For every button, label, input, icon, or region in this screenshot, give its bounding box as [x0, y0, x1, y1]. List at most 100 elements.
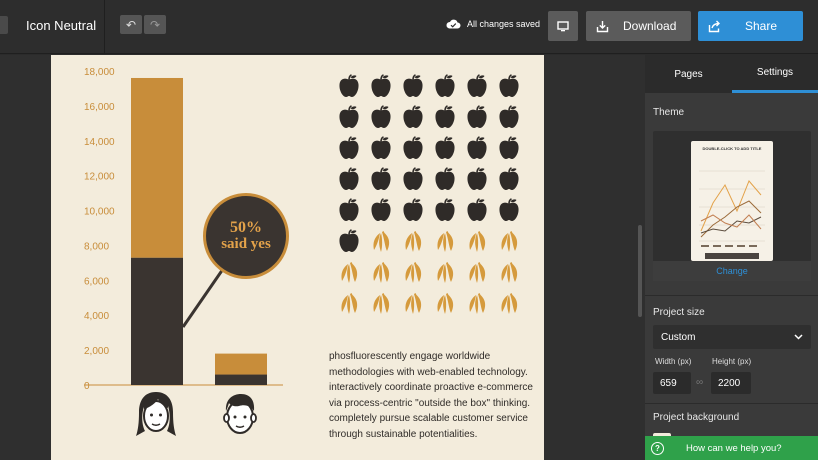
- width-input[interactable]: 659: [653, 372, 691, 394]
- banana-icon: [496, 228, 522, 253]
- apple-icon: [368, 73, 394, 98]
- banana-icon: [400, 290, 426, 315]
- project-name[interactable]: Icon Neutral: [26, 18, 96, 33]
- chevron-down-icon: [794, 334, 803, 340]
- callout-leader-line: [181, 268, 225, 328]
- apple-icon: [464, 135, 490, 160]
- back-tab[interactable]: [0, 16, 8, 34]
- project-background-title: Project background: [653, 412, 740, 423]
- apple-icon: [368, 135, 394, 160]
- download-label: Download: [623, 19, 677, 33]
- apple-icon: [496, 197, 522, 222]
- apple-icon: [400, 135, 426, 160]
- save-status: All changes saved: [446, 18, 540, 29]
- share-button[interactable]: Share: [698, 11, 803, 41]
- apple-icon: [336, 73, 362, 98]
- preview-button[interactable]: [548, 11, 578, 41]
- banana-icon: [432, 290, 458, 315]
- y-tick-label: 16,000: [84, 102, 115, 113]
- toolbar-divider: [104, 0, 105, 54]
- woman-face-icon[interactable]: [135, 390, 177, 438]
- theme-title: Theme: [653, 107, 685, 118]
- panel-divider: [645, 403, 818, 404]
- canvas-scrollbar[interactable]: [638, 225, 642, 317]
- canvas-area: 18,000 16,000 14,000 12,000 10,000 8,000 6,000…: [0, 55, 645, 460]
- callout-circle[interactable]: 50% said yes: [203, 193, 289, 279]
- pictogram-row: [336, 73, 532, 98]
- apple-icon: [496, 73, 522, 98]
- apple-icon: [400, 104, 426, 129]
- banana-icon: [336, 259, 362, 284]
- apple-icon: [400, 166, 426, 191]
- banana-icon: [400, 228, 426, 253]
- help-chat-button[interactable]: ? How can we help you?: [645, 436, 818, 460]
- apple-icon: [432, 73, 458, 98]
- apple-icon: [368, 166, 394, 191]
- apple-icon: [432, 197, 458, 222]
- banana-icon: [496, 290, 522, 315]
- width-label: Width (px): [655, 357, 692, 366]
- apple-icon: [368, 104, 394, 129]
- share-label: Share: [745, 19, 778, 33]
- apple-icon: [496, 104, 522, 129]
- tab-settings[interactable]: Settings: [732, 55, 818, 93]
- apple-icon: [336, 135, 362, 160]
- banana-icon: [336, 290, 362, 315]
- banana-icon: [464, 228, 490, 253]
- settings-panel: Pages Settings Theme DOUBLE-CLICK TO ADD…: [645, 55, 818, 460]
- bar-segment-man-lower[interactable]: [215, 374, 267, 385]
- callout-percent: 50%: [230, 218, 262, 236]
- y-tick-label: 18,000: [84, 67, 115, 78]
- apple-icon: [496, 135, 522, 160]
- pictogram-row: [336, 166, 532, 191]
- link-icon[interactable]: ∞: [696, 377, 703, 388]
- project-size-value: Custom: [661, 331, 696, 343]
- apple-icon: [336, 197, 362, 222]
- bar-segment-man-upper[interactable]: [215, 353, 267, 375]
- theme-card[interactable]: DOUBLE-CLICK TO ADD TITLE Change: [653, 131, 811, 281]
- save-status-text: All changes saved: [467, 18, 541, 29]
- man-face-icon[interactable]: [220, 391, 260, 437]
- apple-icon: [336, 228, 362, 253]
- project-size-select[interactable]: Custom: [653, 325, 811, 349]
- share-icon: [708, 20, 720, 32]
- help-label: How can we help you?: [686, 442, 782, 454]
- height-input[interactable]: 2200: [711, 372, 751, 394]
- banana-icon: [368, 290, 394, 315]
- y-tick-label: 6,000: [84, 276, 109, 287]
- y-tick-label: 14,000: [84, 137, 115, 148]
- theme-thumbnail[interactable]: DOUBLE-CLICK TO ADD TITLE: [691, 141, 773, 261]
- project-size-title: Project size: [653, 307, 705, 318]
- apple-icon: [400, 197, 426, 222]
- app-window: Icon Neutral ↶ ↷ All changes saved Downl…: [0, 0, 818, 460]
- pictogram-row: [336, 197, 532, 222]
- pictogram-row: [336, 228, 532, 253]
- pictogram-row: [336, 104, 532, 129]
- banana-icon: [400, 259, 426, 284]
- bar-segment-woman-upper[interactable]: [131, 77, 183, 258]
- banana-icon: [432, 228, 458, 253]
- callout-text: said yes: [221, 235, 271, 252]
- apple-icon: [432, 104, 458, 129]
- change-theme-button[interactable]: Change: [653, 261, 811, 281]
- apple-icon: [432, 135, 458, 160]
- y-tick-label: 10,000: [84, 207, 115, 218]
- apple-icon: [432, 166, 458, 191]
- pictogram-row: [336, 259, 532, 284]
- download-button[interactable]: Download: [586, 11, 691, 41]
- infographic-page[interactable]: 18,000 16,000 14,000 12,000 10,000 8,000 6,000…: [51, 55, 544, 460]
- body-text[interactable]: phosfluorescently engage worldwide metho…: [329, 349, 539, 442]
- apple-icon: [496, 166, 522, 191]
- fruit-pictogram[interactable]: [336, 73, 532, 321]
- redo-button[interactable]: ↷: [144, 15, 166, 34]
- bar-segment-woman-lower[interactable]: [131, 257, 183, 385]
- undo-button[interactable]: ↶: [120, 15, 142, 34]
- banana-icon: [432, 259, 458, 284]
- cloud-check-icon: [446, 19, 461, 29]
- tab-pages[interactable]: Pages: [645, 55, 732, 93]
- pictogram-row: [336, 135, 532, 160]
- banana-icon: [464, 259, 490, 284]
- monitor-icon: [557, 20, 569, 31]
- panel-divider: [645, 295, 818, 296]
- apple-icon: [464, 73, 490, 98]
